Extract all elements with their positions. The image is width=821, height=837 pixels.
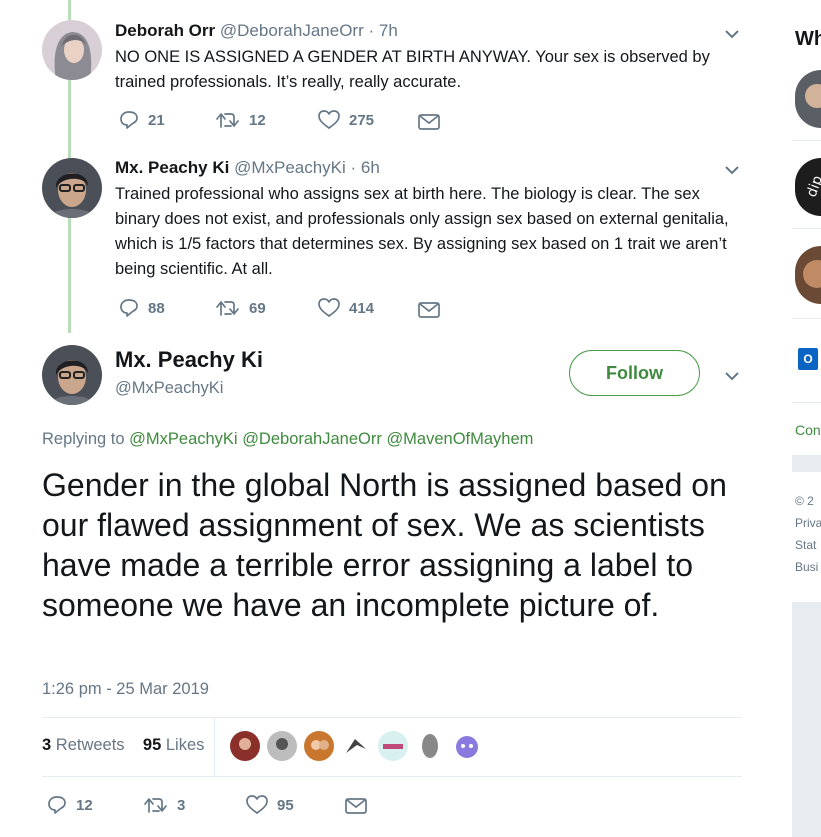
replying-prefix: Replying to	[42, 430, 130, 448]
liker-avatar[interactable]	[415, 731, 445, 761]
reply-count: 12	[76, 796, 93, 814]
like-button[interactable]: 414	[318, 298, 374, 318]
like-button[interactable]: 275	[318, 110, 374, 130]
divider	[792, 228, 821, 229]
footer-copyright: © 2	[795, 494, 814, 508]
connect-link[interactable]: Con	[795, 422, 821, 438]
liker-avatar[interactable]	[378, 731, 408, 761]
separator-dot: ·	[345, 158, 361, 177]
mention-link[interactable]: @DeborahJaneOrr	[242, 430, 382, 448]
thread-tweet-2[interactable]: Mx. Peachy Ki @MxPeachyKi · 6h Trained p…	[0, 150, 790, 340]
liker-avatar[interactable]	[230, 731, 260, 761]
author-name[interactable]: Deborah Orr	[115, 21, 215, 40]
tweet-time[interactable]: 6h	[361, 158, 380, 177]
reply-icon	[48, 796, 66, 814]
engagement-stats: 3 Retweets 95 Likes	[42, 736, 204, 755]
author-handle[interactable]: @DeborahJaneOrr	[220, 21, 364, 40]
chevron-down-icon[interactable]	[724, 162, 740, 178]
retweet-icon	[144, 798, 167, 813]
main-author-name[interactable]: Mx. Peachy Ki	[115, 347, 263, 373]
retweet-count: 69	[249, 299, 266, 317]
retweet-button[interactable]: 3	[144, 795, 185, 815]
like-count: 95	[277, 796, 294, 814]
like-button[interactable]: 95	[246, 795, 294, 815]
chevron-down-icon[interactable]	[724, 26, 740, 42]
liker-avatar[interactable]	[341, 731, 371, 761]
liker-avatar[interactable]	[304, 731, 334, 761]
divider	[42, 717, 742, 718]
reply-count: 88	[148, 299, 165, 317]
retweet-count: 12	[249, 111, 266, 129]
mention-link[interactable]: @MavenOfMayhem	[386, 430, 533, 448]
retweet-icon	[216, 113, 239, 128]
main-tweet-text: Gender in the global North is assigned b…	[42, 467, 727, 623]
tweet-text: Trained professional who assigns sex at …	[115, 185, 729, 278]
dm-button[interactable]	[418, 301, 440, 319]
divider	[792, 140, 821, 141]
dm-button[interactable]	[418, 113, 440, 131]
follow-button[interactable]: Follow	[569, 350, 700, 396]
separator-dot: ·	[363, 21, 379, 40]
retweet-button[interactable]: 69	[216, 298, 266, 318]
reply-button[interactable]: 21	[119, 110, 165, 130]
dm-icon	[345, 798, 367, 814]
suggested-avatar[interactable]	[795, 246, 821, 304]
like-icon	[318, 298, 340, 317]
liker-avatar[interactable]	[267, 731, 297, 761]
reply-icon	[120, 111, 138, 129]
main-timestamp[interactable]: 1:26 pm - 25 Mar 2019	[42, 680, 209, 699]
retweet-button[interactable]: 12	[216, 110, 266, 130]
tweet-text: NO ONE IS ASSIGNED A GENDER AT BIRTH ANY…	[115, 48, 710, 91]
divider	[792, 402, 821, 403]
reply-icon	[120, 299, 138, 317]
footer-privacy-link[interactable]: Priva	[795, 516, 821, 530]
like-count: 414	[349, 299, 375, 317]
divider	[214, 718, 215, 776]
right-sidebar: Wh dip O Con © 2 Priva Stat Busi	[792, 0, 821, 837]
dm-icon	[418, 302, 440, 318]
retweet-count: 3	[177, 796, 186, 814]
tweet-time[interactable]: 7h	[379, 21, 398, 40]
footer-card: © 2 Priva Stat Busi	[792, 472, 821, 602]
dm-icon	[418, 114, 440, 130]
reply-button[interactable]: 12	[47, 795, 93, 815]
divider	[792, 318, 821, 319]
divider	[42, 776, 742, 777]
like-icon	[246, 795, 268, 814]
likes-stat[interactable]: 95 Likes	[143, 736, 204, 754]
author-name[interactable]: Mx. Peachy Ki	[115, 158, 229, 177]
footer-status-link[interactable]: Stat	[795, 538, 821, 552]
like-count: 275	[349, 111, 375, 129]
liker-avatar[interactable]	[452, 731, 482, 761]
retweet-icon	[216, 301, 239, 316]
author-handle[interactable]: @MxPeachyKi	[234, 158, 346, 177]
avatar[interactable]	[42, 20, 102, 80]
thread-tweet-1[interactable]: Deborah Orr @DeborahJaneOrr · 7h NO ONE …	[0, 0, 790, 150]
avatar[interactable]	[42, 345, 102, 405]
mention-link[interactable]: @MxPeachyKi	[129, 430, 237, 448]
avatar[interactable]	[42, 158, 102, 218]
outlook-icon[interactable]: O	[798, 348, 818, 370]
footer-business-link[interactable]: Busi	[795, 560, 821, 574]
reply-button[interactable]: 88	[119, 298, 165, 318]
who-to-follow-title: Wh	[795, 28, 821, 50]
replying-to: Replying to @MxPeachyKi @DeborahJaneOrr …	[42, 430, 533, 449]
dm-button[interactable]	[345, 797, 367, 815]
chevron-down-icon[interactable]	[724, 368, 740, 384]
who-to-follow-card: Wh dip O Con	[792, 0, 821, 455]
like-icon	[318, 110, 340, 129]
liker-avatars	[230, 731, 489, 761]
suggested-avatar[interactable]	[795, 70, 821, 128]
suggested-avatar[interactable]: dip	[795, 158, 821, 216]
main-author-handle[interactable]: @MxPeachyKi	[115, 379, 223, 398]
retweets-stat[interactable]: 3 Retweets	[42, 736, 125, 754]
reply-count: 21	[148, 111, 165, 129]
